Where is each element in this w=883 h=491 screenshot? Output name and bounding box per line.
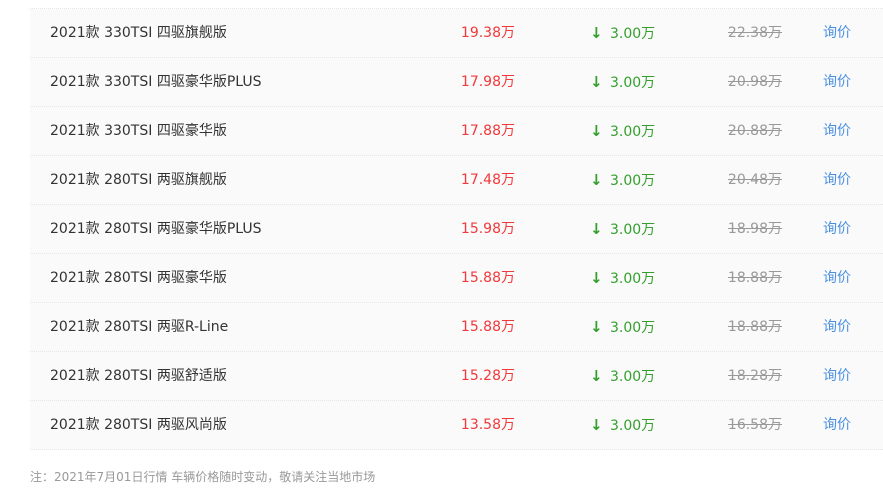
down-arrow-icon: ↓ — [590, 73, 603, 91]
original-price: 18.98万 — [727, 221, 782, 237]
inquiry-link[interactable]: 询价 — [823, 156, 863, 205]
dealer-price: 15.28万 — [460, 368, 515, 384]
inquiry-link[interactable]: 询价 — [823, 58, 863, 107]
price-drop-value: 3.00万 — [610, 418, 656, 434]
trim-name: 2021款 280TSI 两驱豪华版 — [50, 270, 227, 286]
dealer-price: 17.48万 — [460, 172, 515, 188]
original-price: 20.98万 — [727, 74, 782, 90]
table-row: 2021款 280TSI 两驱舒适版 15.28万 ↓ 3.00万 18.28万 … — [30, 352, 883, 401]
table-row: 2021款 280TSI 两驱豪华版PLUS 15.98万 ↓ 3.00万 18.… — [30, 205, 883, 254]
price-footnote: 注：2021年7月01日行情 车辆价格随时变动，敬请关注当地市场 — [30, 470, 376, 484]
trim-name: 2021款 280TSI 两驱R-Line — [50, 319, 229, 335]
inquiry-link[interactable]: 询价 — [823, 401, 863, 450]
price-drop: ↓ 3.00万 — [590, 401, 680, 450]
trim-name: 2021款 330TSI 四驱豪华版 — [50, 123, 227, 139]
dealer-price: 17.88万 — [460, 123, 515, 139]
down-arrow-icon: ↓ — [590, 220, 603, 238]
original-price: 16.58万 — [727, 417, 782, 433]
dealer-price: 19.38万 — [460, 25, 515, 41]
price-drop: ↓ 3.00万 — [590, 9, 680, 58]
inquiry-link[interactable]: 询价 — [823, 205, 863, 254]
down-arrow-icon: ↓ — [590, 24, 603, 42]
trim-name: 2021款 280TSI 两驱旗舰版 — [50, 172, 227, 188]
price-drop-value: 3.00万 — [610, 369, 656, 385]
trim-name: 2021款 280TSI 两驱舒适版 — [50, 368, 227, 384]
down-arrow-icon: ↓ — [590, 367, 603, 385]
table-row: 2021款 280TSI 两驱风尚版 13.58万 ↓ 3.00万 16.58万 … — [30, 401, 883, 450]
dealer-price: 15.88万 — [460, 270, 515, 286]
trim-name: 2021款 330TSI 四驱豪华版PLUS — [50, 74, 262, 90]
table-row: 2021款 280TSI 两驱旗舰版 17.48万 ↓ 3.00万 20.48万 … — [30, 156, 883, 205]
table-row: 2021款 330TSI 四驱旗舰版 19.38万 ↓ 3.00万 22.38万 … — [30, 9, 883, 58]
down-arrow-icon: ↓ — [590, 416, 603, 434]
price-drop: ↓ 3.00万 — [590, 205, 680, 254]
dealer-price: 15.98万 — [460, 221, 515, 237]
dealer-price: 15.88万 — [460, 319, 515, 335]
trim-name: 2021款 280TSI 两驱风尚版 — [50, 417, 227, 433]
price-drop-value: 3.00万 — [610, 173, 656, 189]
price-drop-value: 3.00万 — [610, 320, 656, 336]
dealer-price: 13.58万 — [460, 417, 515, 433]
inquiry-link[interactable]: 询价 — [823, 303, 863, 352]
price-drop-value: 3.00万 — [610, 26, 656, 42]
price-drop-value: 3.00万 — [610, 222, 656, 238]
price-drop: ↓ 3.00万 — [590, 303, 680, 352]
table-row: 2021款 330TSI 四驱豪华版 17.88万 ↓ 3.00万 20.88万 … — [30, 107, 883, 156]
price-drop: ↓ 3.00万 — [590, 156, 680, 205]
price-drop: ↓ 3.00万 — [590, 58, 680, 107]
down-arrow-icon: ↓ — [590, 269, 603, 287]
down-arrow-icon: ↓ — [590, 122, 603, 140]
original-price: 18.88万 — [727, 319, 782, 335]
dealer-price: 17.98万 — [460, 74, 515, 90]
inquiry-link[interactable]: 询价 — [823, 254, 863, 303]
table-row: 2021款 330TSI 四驱豪华版PLUS 17.98万 ↓ 3.00万 20.… — [30, 58, 883, 107]
trim-name: 2021款 330TSI 四驱旗舰版 — [50, 25, 227, 41]
price-drop: ↓ 3.00万 — [590, 107, 680, 156]
down-arrow-icon: ↓ — [590, 318, 603, 336]
price-table: 2021款 330TSI 四驱旗舰版 19.38万 ↓ 3.00万 22.38万 … — [30, 9, 883, 450]
price-list-page: 2021款 330TSI 四驱旗舰版 19.38万 ↓ 3.00万 22.38万 … — [0, 0, 883, 491]
price-drop: ↓ 3.00万 — [590, 352, 680, 401]
price-drop-value: 3.00万 — [610, 271, 656, 287]
trim-name: 2021款 280TSI 两驱豪华版PLUS — [50, 221, 262, 237]
price-drop-value: 3.00万 — [610, 75, 656, 91]
price-drop-value: 3.00万 — [610, 124, 656, 140]
inquiry-link[interactable]: 询价 — [823, 107, 863, 156]
inquiry-link[interactable]: 询价 — [823, 9, 863, 58]
price-drop: ↓ 3.00万 — [590, 254, 680, 303]
table-row: 2021款 280TSI 两驱豪华版 15.88万 ↓ 3.00万 18.88万 … — [30, 254, 883, 303]
original-price: 18.88万 — [727, 270, 782, 286]
table-row: 2021款 280TSI 两驱R-Line 15.88万 ↓ 3.00万 18.8… — [30, 303, 883, 352]
down-arrow-icon: ↓ — [590, 171, 603, 189]
inquiry-link[interactable]: 询价 — [823, 352, 863, 401]
original-price: 20.88万 — [727, 123, 782, 139]
original-price: 18.28万 — [727, 368, 782, 384]
original-price: 22.38万 — [727, 25, 782, 41]
original-price: 20.48万 — [727, 172, 782, 188]
